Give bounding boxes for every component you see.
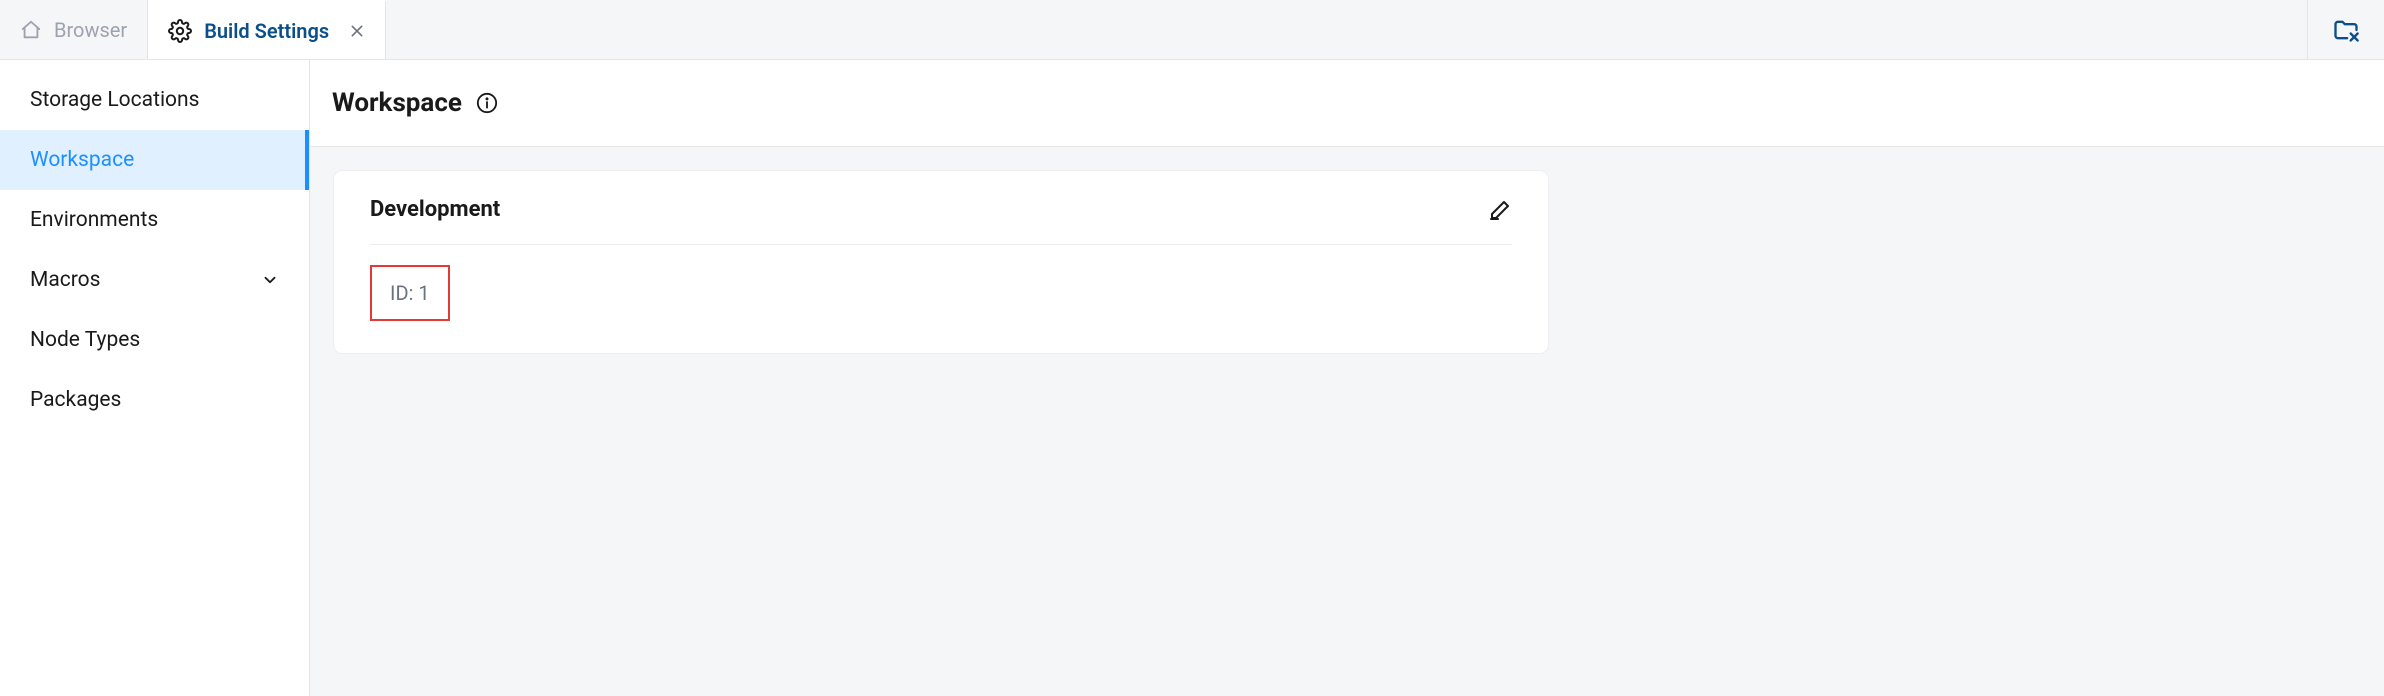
tab-browser[interactable]: Browser [0,0,148,59]
page-title: Workspace [332,88,462,118]
sidebar-item-label: Macros [30,268,100,292]
tabs-right-actions [2307,0,2384,59]
sidebar: Storage Locations Workspace Environments… [0,60,310,696]
chevron-down-icon [261,271,279,289]
workspace-card: Development ID: 1 [334,171,1548,353]
tabs-bar: Browser Build Settings [0,0,2384,60]
sidebar-item-label: Workspace [30,148,134,172]
sidebar-item-label: Environments [30,208,158,232]
workspace-id-box: ID: 1 [370,265,450,321]
tab-label: Build Settings [204,19,329,43]
card-header: Development [370,197,1512,245]
sidebar-item-workspace[interactable]: Workspace [0,130,309,190]
card-title: Development [370,197,500,222]
home-icon [20,19,42,41]
pencil-icon [1488,198,1512,222]
info-icon[interactable] [476,92,498,114]
sidebar-item-node-types[interactable]: Node Types [0,310,309,370]
edit-button[interactable] [1488,198,1512,222]
close-icon[interactable] [349,23,365,39]
workspace-id-text: ID: 1 [390,281,430,305]
sidebar-item-macros[interactable]: Macros [0,250,309,310]
tab-label: Browser [54,18,127,42]
folder-close-icon[interactable] [2332,16,2360,44]
sidebar-item-packages[interactable]: Packages [0,370,309,430]
sidebar-item-label: Storage Locations [30,88,199,112]
sidebar-item-storage-locations[interactable]: Storage Locations [0,70,309,130]
gear-icon [168,19,192,43]
content-header: Workspace [310,60,2384,147]
main-layout: Storage Locations Workspace Environments… [0,60,2384,696]
sidebar-item-label: Node Types [30,328,140,352]
content-body: Development ID: 1 [310,147,2384,377]
sidebar-item-label: Packages [30,388,121,412]
sidebar-item-environments[interactable]: Environments [0,190,309,250]
content-area: Workspace Development [310,60,2384,696]
tab-build-settings[interactable]: Build Settings [148,0,386,59]
